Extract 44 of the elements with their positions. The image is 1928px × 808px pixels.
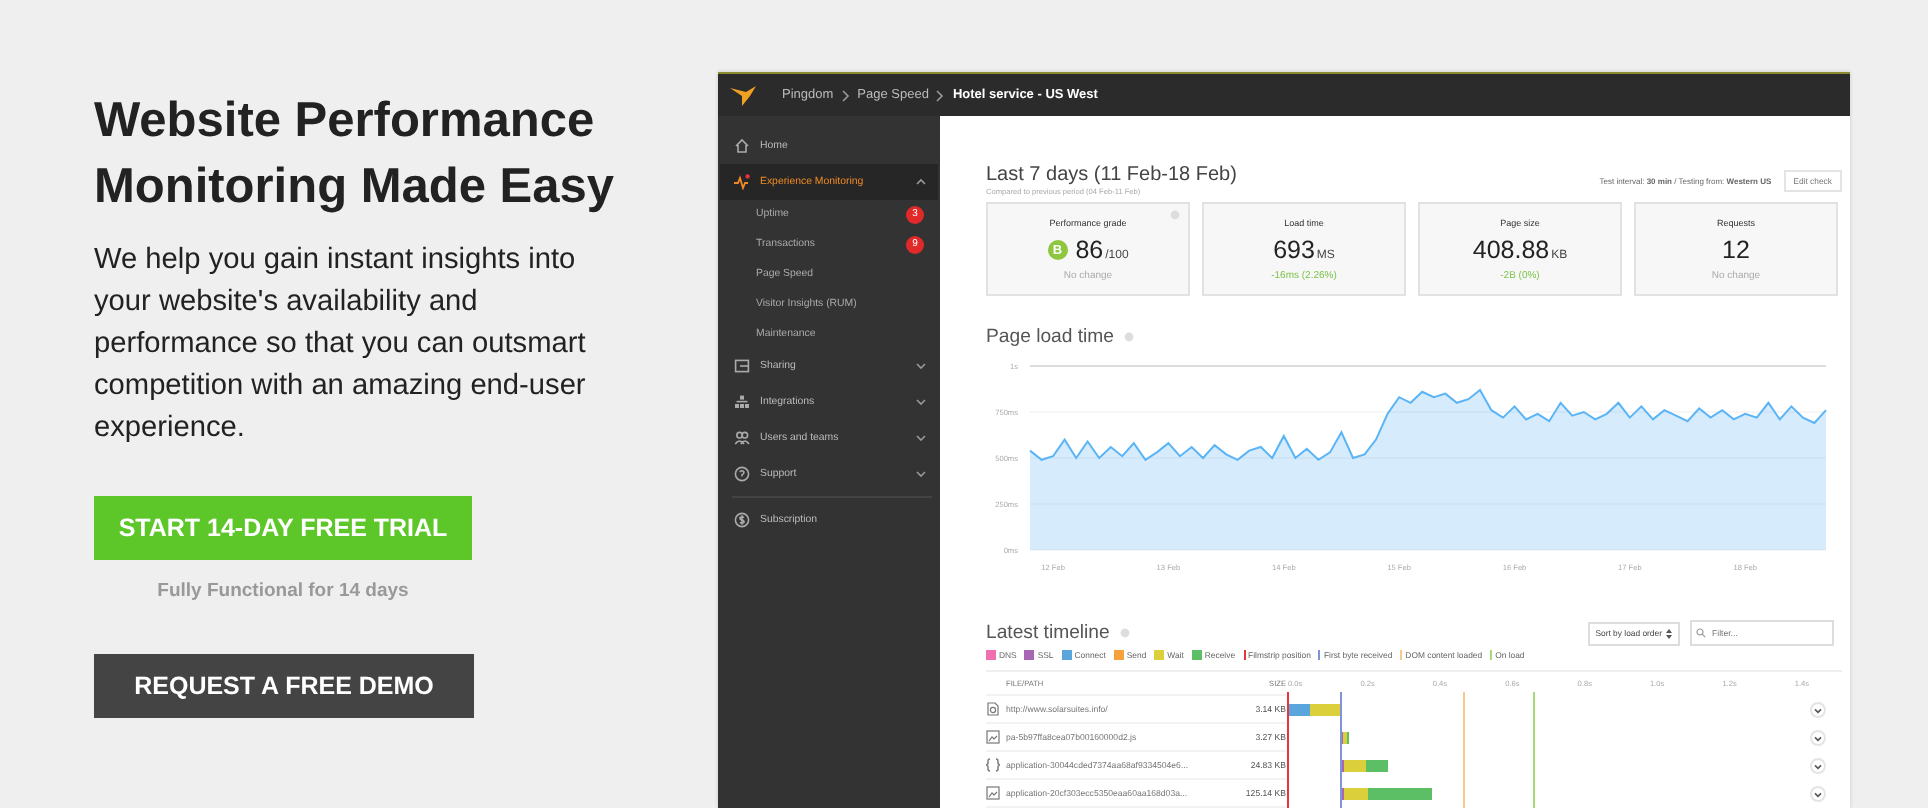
waterfall-bar-drawing: [1341, 732, 1349, 744]
chevron-down-icon: [1814, 791, 1822, 797]
info-icon: [1119, 628, 1130, 638]
share-icon: [734, 357, 750, 374]
image-file-icon: [986, 786, 1000, 800]
users-icon: [734, 429, 750, 446]
image-file-icon: [986, 730, 1000, 744]
bird-logo-icon: [730, 85, 758, 105]
help-icon: [734, 465, 750, 482]
timeline-marker-line: [1533, 691, 1535, 808]
period-title: Last 7 days (11 Feb-18 Feb): [986, 164, 1239, 186]
code-icon: [986, 758, 1000, 772]
request-demo-button[interactable]: REQUEST A FREE DEMO: [94, 654, 474, 718]
expand-row-button[interactable]: [1810, 702, 1826, 718]
expand-row-button[interactable]: [1810, 730, 1826, 746]
hero-description: We help you gain instant insights into your website's availability and performance so that you can outsmart competition with an amazing end-user experience.: [94, 242, 588, 448]
timeline-marker-line: [1463, 691, 1465, 808]
chevron-right-icon: [936, 89, 945, 101]
chart-title: Page load time: [986, 326, 1114, 348]
metric-value: 12: [1722, 236, 1750, 264]
sort-arrows-icon: [1666, 627, 1672, 639]
metric-value: 693: [1273, 236, 1315, 264]
chevron-down-icon: [1814, 707, 1822, 713]
home-icon: [734, 138, 750, 154]
waterfall-bar-drawing: [1288, 704, 1340, 716]
expand-row-button[interactable]: [1810, 758, 1826, 774]
hero-heading: Website Performance Monitoring Made Easy: [94, 92, 617, 218]
waterfall-bar-drawing: [1342, 788, 1432, 800]
chevron-down-icon: [1814, 735, 1822, 741]
document-icon: [986, 702, 1000, 716]
timeline-marker-line: [1340, 691, 1342, 808]
trial-note: Fully Functional for 14 days: [155, 580, 411, 602]
pulse-icon: [734, 174, 750, 190]
chevron-right-icon: [841, 89, 850, 101]
waterfall-bar-drawing: [1342, 760, 1388, 772]
timeline-title: Latest timeline: [986, 622, 1110, 644]
metric-value: 86: [1075, 236, 1104, 264]
chevron-down-icon: [1814, 763, 1822, 769]
expand-row-button[interactable]: [1810, 786, 1826, 802]
metric-value: 408.88: [1472, 236, 1550, 264]
network-icon: [734, 393, 750, 410]
timeline-marker-line: [1287, 691, 1289, 808]
dollar-icon: [734, 511, 750, 528]
info-icon: [1124, 332, 1134, 342]
